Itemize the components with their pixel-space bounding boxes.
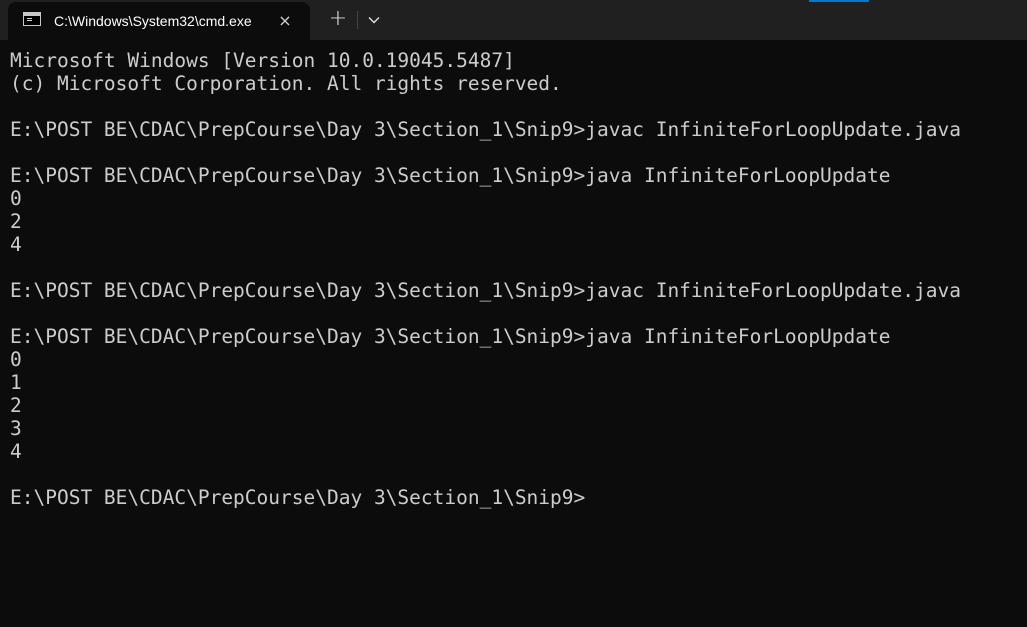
console-line: 0 <box>10 348 22 371</box>
console-line: E:\POST BE\CDAC\PrepCourse\Day 3\Section… <box>10 164 891 187</box>
new-tab-button[interactable]: + <box>324 6 352 34</box>
console-line: 0 <box>10 187 22 210</box>
console-line: Microsoft Windows [Version 10.0.19045.54… <box>10 49 515 72</box>
title-bar: C:\Windows\System32\cmd.exe × + <box>0 0 1027 40</box>
close-tab-icon[interactable]: × <box>273 9 297 33</box>
console-line: 4 <box>10 440 22 463</box>
console-line: 3 <box>10 417 22 440</box>
terminal-icon <box>23 12 41 26</box>
console-line: E:\POST BE\CDAC\PrepCourse\Day 3\Section… <box>10 279 961 302</box>
terminal-window: C:\Windows\System32\cmd.exe × + Microsof… <box>0 0 1027 627</box>
tab-cmd[interactable]: C:\Windows\System32\cmd.exe × <box>8 2 310 40</box>
accent-strip <box>809 0 869 2</box>
console-line: E:\POST BE\CDAC\PrepCourse\Day 3\Section… <box>10 118 961 141</box>
console-line: 4 <box>10 233 22 256</box>
chevron-down-icon <box>368 17 380 24</box>
console-output[interactable]: Microsoft Windows [Version 10.0.19045.54… <box>0 40 1027 627</box>
console-line: (c) Microsoft Corporation. All rights re… <box>10 72 562 95</box>
toolbar-divider <box>357 11 358 29</box>
command-prompt: E:\POST BE\CDAC\PrepCourse\Day 3\Section… <box>10 486 586 509</box>
console-line: 1 <box>10 371 22 394</box>
dropdown-button[interactable] <box>362 8 386 32</box>
tab-title: C:\Windows\System32\cmd.exe <box>54 13 252 29</box>
console-line: 2 <box>10 394 22 417</box>
console-line: E:\POST BE\CDAC\PrepCourse\Day 3\Section… <box>10 325 891 348</box>
console-line: 2 <box>10 210 22 233</box>
